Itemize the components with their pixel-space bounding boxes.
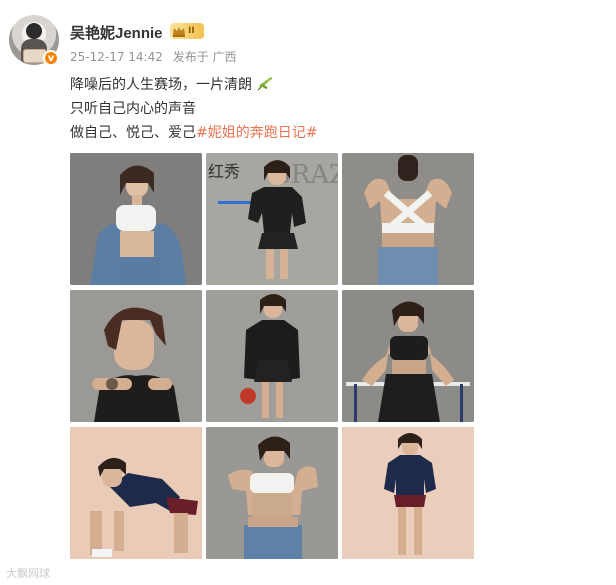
leaf-emoji-icon — [257, 77, 273, 91]
watermark: 大飘网球 — [6, 567, 50, 580]
post-text-line-2: 只听自己内心的声音 — [70, 101, 196, 117]
verified-v-icon: v — [43, 50, 59, 66]
photo-8[interactable] — [206, 427, 338, 559]
photo-4[interactable] — [70, 290, 202, 422]
post-source: 发布于 广西 — [172, 50, 237, 64]
post-meta: 25-12-17 14:42 发布于 广西 — [70, 48, 243, 65]
photo-1[interactable] — [70, 153, 202, 285]
photo-2[interactable]: 红秀 GRAZIA — [206, 153, 338, 285]
topic-link[interactable]: #妮姐的奔跑日记# — [196, 125, 317, 141]
weibo-post: v 吴艳妮Jennie II 25-12-17 14:42 发布于 广西 降噪后… — [0, 0, 616, 585]
post-text-line-1: 降噪后的人生赛场，一片清朗 — [70, 75, 274, 95]
crown-icon — [173, 26, 185, 37]
author-name[interactable]: 吴艳妮Jennie — [70, 22, 163, 43]
post-line-1: 降噪后的人生赛场，一片清朗 — [70, 77, 252, 93]
post-text-line-3: 做自己、悦己、爱己#妮姐的奔跑日记# — [70, 123, 317, 143]
member-crown-badge[interactable]: II — [170, 23, 204, 39]
photo-9[interactable] — [342, 427, 474, 559]
post-timestamp[interactable]: 25-12-17 14:42 — [70, 50, 163, 64]
post-line-3: 做自己、悦己、爱己 — [70, 125, 196, 141]
member-level: II — [188, 26, 195, 36]
photo-3[interactable] — [342, 153, 474, 285]
photo-7[interactable] — [70, 427, 202, 559]
photo-6[interactable] — [342, 290, 474, 422]
photo-overlay-text: 红秀 — [208, 162, 240, 181]
photo-grid: 红秀 GRAZIA — [70, 153, 474, 559]
photo-5[interactable] — [206, 290, 338, 422]
